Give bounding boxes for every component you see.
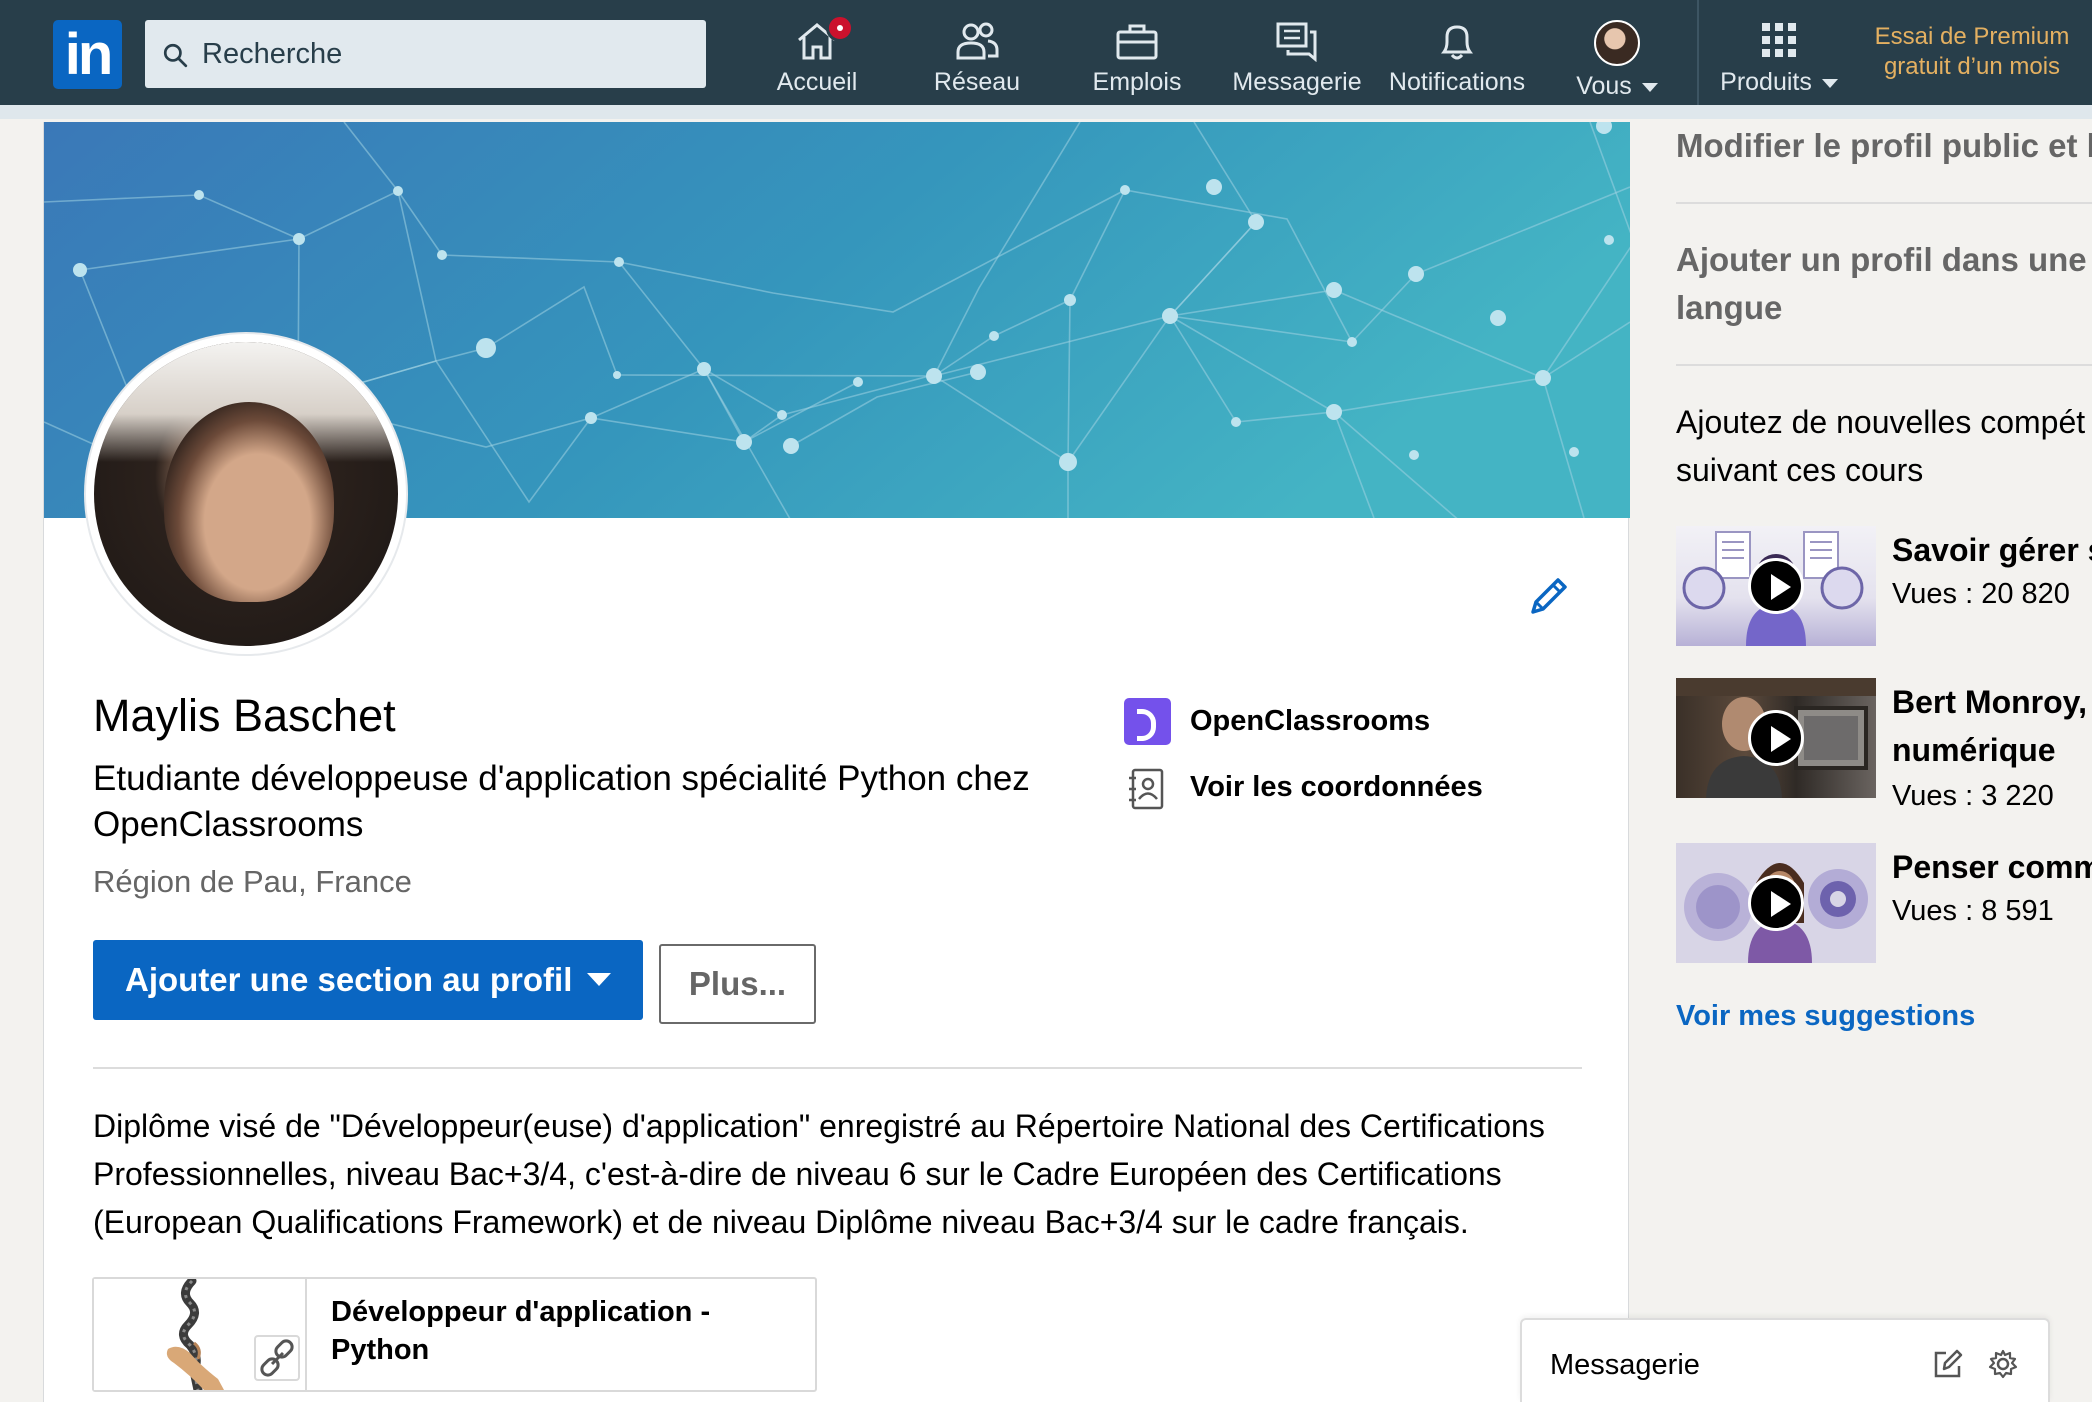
messaging-title: Messagerie — [1550, 1349, 1700, 1381]
course-thumbnail — [1676, 526, 1876, 646]
add-language-profile-link[interactable]: Ajouter un profil dans une a langue — [1676, 236, 2092, 332]
messaging-icon — [1276, 22, 1317, 62]
organization-name: OpenClassrooms — [1190, 705, 1431, 737]
nav-label-me: Vous — [1576, 72, 1632, 100]
course-thumbnail — [1676, 678, 1876, 798]
chevron-down-icon — [1821, 78, 1838, 88]
nav-bottom-strip — [0, 105, 2092, 119]
bell-icon — [1441, 25, 1473, 60]
skills-prompt-line-1: Ajoutez de nouvelles compét — [1676, 404, 2086, 440]
contact-info-label: Voir les coordonnées — [1190, 771, 1483, 803]
top-navigation-bar: in Recherche Accueil Réseau Emplois Mess… — [0, 0, 2092, 119]
add-language-profile-line-2: langue — [1676, 289, 1783, 326]
course-title: Penser comm — [1892, 849, 2092, 885]
course-thumbnail — [1676, 843, 1876, 963]
see-suggestions-link[interactable]: Voir mes suggestions — [1676, 1000, 1975, 1033]
profile-name: Maylis Baschet — [93, 690, 396, 741]
notification-badge — [826, 14, 854, 42]
nav-item-notifications[interactable]: Notifications — [1377, 10, 1537, 100]
course-title-line-1: Bert Monroy, — [1892, 684, 2087, 720]
profile-photo-image — [94, 342, 398, 646]
course-views: Vues : 20 820 — [1892, 578, 2070, 610]
play-icon[interactable] — [1748, 558, 1804, 614]
premium-line-2: gratuit d’un mois — [1883, 53, 2061, 80]
profile-headline: Etudiante développeuse d'application spé… — [93, 759, 1030, 844]
media-attachment[interactable]: Développeur d'application - Python — [92, 1277, 817, 1392]
chevron-down-icon — [1641, 82, 1658, 92]
add-profile-section-label: Ajouter une section au profil — [125, 961, 573, 998]
premium-line-1: Essai de Premium — [1874, 23, 2070, 50]
nav-label-jobs: Emplois — [1092, 68, 1182, 96]
nav-label-home: Accueil — [776, 68, 858, 96]
nav-label-messaging: Messagerie — [1232, 68, 1362, 96]
nav-item-jobs[interactable]: Emplois — [1057, 10, 1217, 100]
nav-products-label-wrap: Produits — [1699, 68, 1859, 97]
link-icon — [260, 1339, 294, 1377]
skills-prompt: Ajoutez de nouvelles compét suivant ces … — [1676, 398, 2085, 494]
play-icon[interactable] — [1748, 875, 1804, 931]
network-icon — [956, 22, 999, 60]
nav-item-messaging[interactable]: Messagerie — [1217, 10, 1377, 100]
search-input[interactable]: Recherche — [145, 20, 706, 88]
gear-icon[interactable] — [1987, 1348, 2019, 1380]
more-button[interactable]: Plus... — [659, 944, 816, 1024]
avatar — [1594, 20, 1640, 66]
compose-icon[interactable] — [1932, 1348, 1964, 1380]
media-title: Développeur d'application - Python — [331, 1296, 711, 1366]
course-title: Savoir gérer s — [1892, 532, 2092, 568]
play-icon[interactable] — [1748, 710, 1804, 766]
search-placeholder: Recherche — [202, 38, 343, 70]
contact-info-link[interactable]: Voir les coordonnées — [1124, 762, 1483, 812]
openclassrooms-logo — [1124, 698, 1171, 745]
profile-summary: Diplôme visé de "Développeur(euse) d'app… — [93, 1108, 1545, 1240]
course-title: Bert Monroy, numérique — [1892, 678, 2087, 774]
nav-me-label-wrap: Vous — [1537, 72, 1697, 101]
premium-trial-link[interactable]: Essai de Premium gratuit d’un mois — [1862, 22, 2082, 82]
add-language-profile-line-1: Ajouter un profil dans une a — [1676, 241, 2092, 278]
section-divider — [93, 1067, 1582, 1069]
nav-label-notifications: Notifications — [1388, 68, 1526, 96]
course-card[interactable]: Bert Monroy, numérique Vues : 3 220 — [1676, 678, 2092, 812]
grid-icon — [1762, 23, 1796, 57]
nav-item-me[interactable]: Vous — [1537, 10, 1697, 100]
profile-card: Maylis Baschet Etudiante développeuse d'… — [43, 122, 1630, 1402]
course-views: Vues : 3 220 — [1892, 780, 2054, 812]
course-card[interactable]: Savoir gérer s Vues : 20 820 — [1676, 526, 2092, 648]
link-chip[interactable] — [254, 1335, 300, 1381]
rail-divider — [1676, 202, 2092, 204]
briefcase-icon — [1116, 24, 1158, 60]
messaging-panel[interactable]: Messagerie — [1520, 1318, 2050, 1402]
course-card[interactable]: Penser comm Vues : 8 591 — [1676, 843, 2092, 965]
media-thumbnail — [94, 1279, 307, 1390]
linkedin-logo[interactable]: in — [53, 20, 122, 89]
organization-link[interactable]: OpenClassrooms — [1124, 696, 1430, 746]
nav-item-network[interactable]: Réseau — [897, 10, 1057, 100]
nav-item-home[interactable]: Accueil — [737, 10, 897, 100]
course-title-line-2: numérique — [1892, 732, 2056, 768]
rail-divider — [1676, 364, 2092, 366]
search-icon — [163, 43, 188, 68]
edit-pencil-icon[interactable] — [1525, 574, 1571, 620]
skills-prompt-line-2: suivant ces cours — [1676, 452, 1924, 488]
nav-label-network: Réseau — [933, 68, 1021, 96]
profile-location: Région de Pau, France — [93, 864, 412, 899]
contact-card-icon — [1129, 768, 1164, 810]
add-profile-section-button[interactable]: Ajouter une section au profil — [93, 940, 643, 1020]
nav-item-products[interactable]: Produits — [1699, 10, 1859, 100]
nav-label-products: Produits — [1720, 68, 1812, 96]
edit-public-profile-link[interactable]: Modifier le profil public et l’U — [1676, 122, 2092, 170]
profile-photo[interactable] — [86, 334, 406, 654]
chevron-down-icon — [587, 973, 611, 986]
course-views: Vues : 8 591 — [1892, 895, 2054, 927]
